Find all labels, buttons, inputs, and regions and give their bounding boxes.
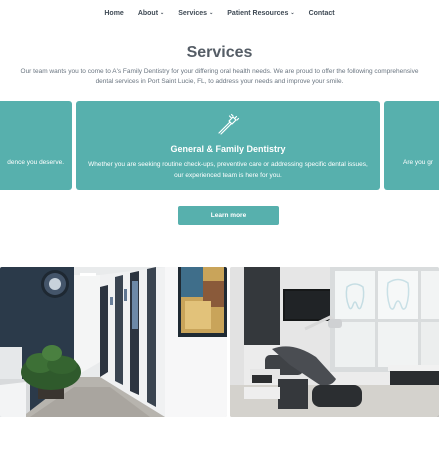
office-hallway-photo <box>0 267 227 417</box>
nav-item-label: About <box>137 9 159 17</box>
nav-item-contact[interactable]: Contact <box>309 10 335 17</box>
nav-item-label: Home <box>104 9 124 17</box>
nav-item-home[interactable]: Home <box>104 10 123 17</box>
service-card-next[interactable]: Are you gr <box>384 101 439 190</box>
service-card-title: General & Family Dentistry <box>170 144 286 154</box>
service-card-prev-text: dence you deserve. <box>7 159 64 166</box>
service-card-description: Whether you are seeking routine check-up… <box>88 161 368 179</box>
service-card-general-dentistry[interactable]: General & Family Dentistry Whether you a… <box>76 101 380 190</box>
toothbrush-icon <box>218 113 240 135</box>
dental-operatory-photo <box>230 267 439 417</box>
nav-item-services[interactable]: Services ⌄ <box>178 10 213 17</box>
nav-item-patient-resources[interactable]: Patient Resources ⌄ <box>227 10 294 17</box>
services-title: Services <box>186 44 253 61</box>
learn-more-button[interactable]: Learn more <box>178 206 279 225</box>
nav-item-label: Contact <box>308 9 335 17</box>
nav-item-label: Services <box>178 9 208 17</box>
service-card-prev[interactable]: dence you deserve. <box>0 101 72 190</box>
main-nav: Home About ⌄ Services ⌄ Patient Resource… <box>0 0 439 26</box>
chevron-down-icon: ⌄ <box>290 10 295 16</box>
nav-item-about[interactable]: About ⌄ <box>138 10 164 17</box>
services-intro: Our team wants you to come to A's Family… <box>20 68 419 85</box>
service-card-next-text: Are you gr <box>403 159 433 166</box>
nav-item-label: Patient Resources <box>227 9 289 17</box>
chevron-down-icon: ⌄ <box>160 10 165 16</box>
chevron-down-icon: ⌄ <box>209 10 214 16</box>
